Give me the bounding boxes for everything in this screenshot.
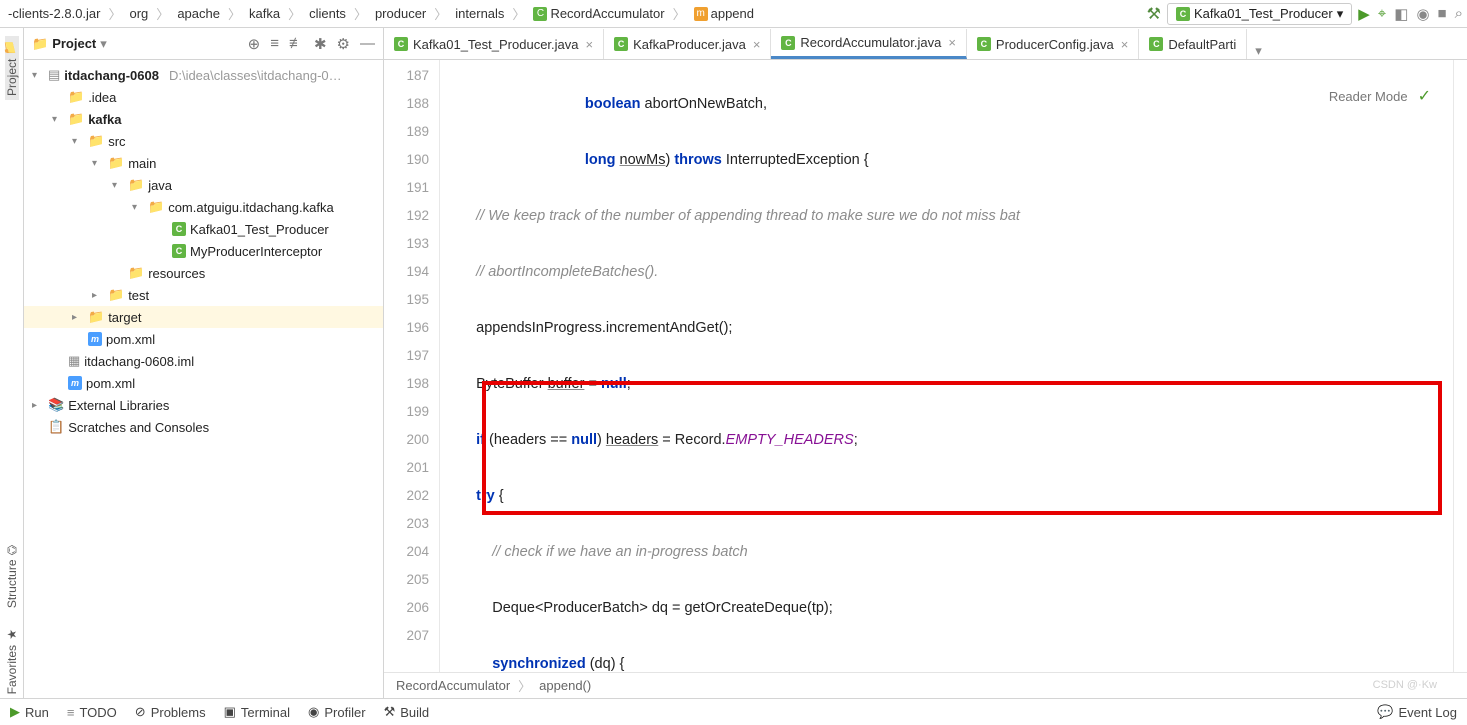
class-icon: C [1176,7,1190,21]
chevron-down-icon: ▾ [1337,6,1344,22]
tab-kafkaproducer[interactable]: CKafkaProducer.java× [604,29,771,59]
project-tree[interactable]: ▾▤itdachang-0608D:\idea\classes\itdachan… [24,60,383,698]
coverage-icon[interactable]: ◧ [1394,5,1408,23]
locate-icon[interactable]: ⊕ [248,35,261,53]
reader-mode-indicator[interactable]: Reader Mode✓ [1323,84,1437,108]
problems-tool-button[interactable]: ⊘Problems [135,704,206,720]
breadcrumb-jar[interactable]: -clients-2.8.0.jar [4,4,104,23]
terminal-tool-button[interactable]: ▣Terminal [224,704,290,720]
close-icon[interactable]: × [586,37,594,52]
tree-java[interactable]: ▾📁java [24,174,383,196]
project-panel-title[interactable]: 📁 Project ▾ [32,36,107,52]
tree-resources[interactable]: 📁resources [24,262,383,284]
hide-icon[interactable]: — [360,35,375,53]
tree-file-kafka01[interactable]: CKafka01_Test_Producer [24,218,383,240]
breadcrumb-kafka[interactable]: kafka [245,4,284,23]
close-icon[interactable]: × [1121,37,1129,52]
structure-tool-tab[interactable]: Structure⌬ [5,541,19,612]
run-icon[interactable]: ▶ [1358,5,1370,23]
tab-producerconfig[interactable]: CProducerConfig.java× [967,29,1139,59]
settings-icon[interactable]: ✱ [314,35,327,53]
error-stripe[interactable] [1453,60,1467,672]
breadcrumb-org[interactable]: org [126,4,153,23]
tree-kafka[interactable]: ▾📁kafka [24,108,383,130]
breadcrumb-method[interactable]: mappend [690,4,758,23]
toolbar-run-icons: ▶ ⌖ ◧ ◉ ■ ⌕ [1358,5,1463,23]
breadcrumb-apache[interactable]: apache [173,4,224,23]
find-icon[interactable]: ⌕ [1455,5,1463,23]
profile-icon[interactable]: ◉ [1416,5,1429,23]
breadcrumb-bar: -clients-2.8.0.jar〉 org〉 apache〉 kafka〉 … [0,0,1467,28]
tree-main[interactable]: ▾📁main [24,152,383,174]
tree-external-libs[interactable]: ▸📚External Libraries [24,394,383,416]
tab-recordaccumulator[interactable]: CRecordAccumulator.java× [771,29,967,59]
breadcrumb-internals[interactable]: internals [451,4,508,23]
footer-method[interactable]: append() [539,678,591,693]
tree-test[interactable]: ▸📁test [24,284,383,306]
project-panel: 📁 Project ▾ ⊕ ≡ ≢ ✱ ⚙ — ▾▤itdachang-0608… [24,28,384,698]
tree-iml[interactable]: ▦itdachang-0608.iml [24,350,383,372]
tab-defaultparti[interactable]: CDefaultParti [1139,29,1247,59]
breadcrumb-producer[interactable]: producer [371,4,430,23]
todo-tool-button[interactable]: ≡TODO [67,705,117,720]
project-panel-header: 📁 Project ▾ ⊕ ≡ ≢ ✱ ⚙ — [24,28,383,60]
tree-package[interactable]: ▾📁com.atguigu.itdachang.kafka [24,196,383,218]
bottom-tool-bar: ▶Run ≡TODO ⊘Problems ▣Terminal ◉Profiler… [0,698,1467,725]
editor-area: CKafka01_Test_Producer.java× CKafkaProdu… [384,28,1467,698]
build-hammer-icon[interactable]: ⚒ [1147,4,1161,24]
editor-breadcrumb-footer: RecordAccumulator 〉 append() [384,672,1467,698]
tabs-overflow-icon[interactable]: ▾ [1247,43,1270,59]
left-tool-strip: Project📁 Structure⌬ Favorites★ [0,28,24,698]
code-content[interactable]: boolean abortOnNewBatch, long nowMs) thr… [460,60,1453,672]
tree-pom2[interactable]: mpom.xml [24,372,383,394]
close-icon[interactable]: × [753,37,761,52]
watermark-text: CSDN @·Kw [1373,679,1437,691]
footer-class[interactable]: RecordAccumulator [396,678,510,693]
close-icon[interactable]: × [948,35,956,50]
favorites-tool-tab[interactable]: Favorites★ [5,623,19,698]
run-config-dropdown[interactable]: C Kafka01_Test_Producer ▾ [1167,3,1352,25]
collapse-icon[interactable]: ≢ [289,35,304,53]
tree-root[interactable]: ▾▤itdachang-0608D:\idea\classes\itdachan… [24,64,383,86]
line-number-gutter: 1871881891901911921931941951961971981992… [384,60,440,672]
tree-pom1[interactable]: mpom.xml [24,328,383,350]
tab-kafka01[interactable]: CKafka01_Test_Producer.java× [384,29,604,59]
gear-icon[interactable]: ⚙ [337,35,350,53]
editor-tabstrip: CKafka01_Test_Producer.java× CKafkaProdu… [384,28,1467,60]
tree-src[interactable]: ▾📁src [24,130,383,152]
check-icon: ✓ [1418,86,1431,106]
stop-icon[interactable]: ■ [1438,5,1447,23]
project-tool-tab[interactable]: Project📁 [5,36,19,100]
event-log-button[interactable]: 💬Event Log [1377,704,1457,720]
code-editor[interactable]: 1871881891901911921931941951961971981992… [384,60,1467,672]
fold-gutter[interactable] [440,60,460,672]
breadcrumb-class[interactable]: CRecordAccumulator [529,4,668,23]
breadcrumb-clients[interactable]: clients [305,4,350,23]
run-config-label: Kafka01_Test_Producer [1194,6,1333,21]
tree-scratches[interactable]: 📋Scratches and Consoles [24,416,383,438]
build-tool-button[interactable]: ⚒Build [384,704,430,720]
profiler-tool-button[interactable]: ◉Profiler [308,704,366,720]
expand-icon[interactable]: ≡ [270,35,279,53]
tree-file-interceptor[interactable]: CMyProducerInterceptor [24,240,383,262]
debug-icon[interactable]: ⌖ [1378,5,1386,23]
tree-idea[interactable]: 📁.idea [24,86,383,108]
run-tool-button[interactable]: ▶Run [10,704,49,720]
tree-target[interactable]: ▸📁target [24,306,383,328]
